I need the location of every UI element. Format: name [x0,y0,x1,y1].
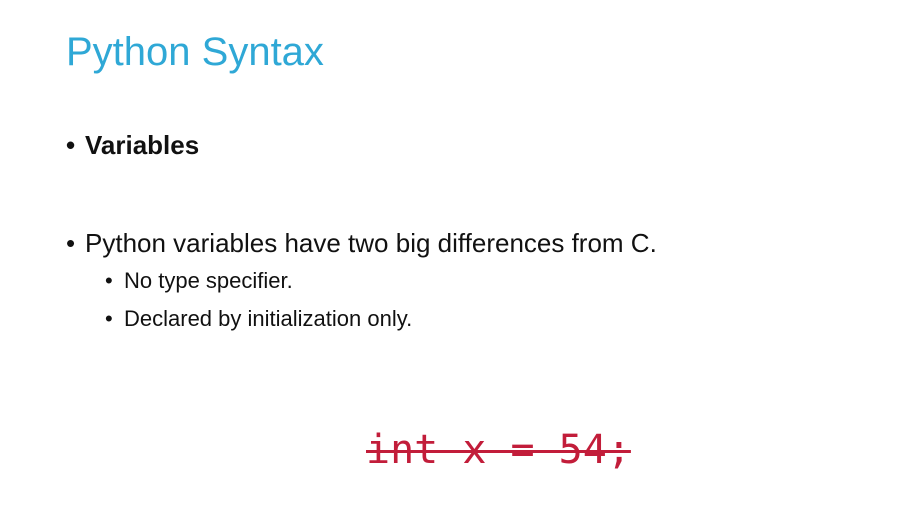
sub-bullet-text: No type specifier. [124,268,293,293]
bullet-marker: • [66,228,76,258]
struck-code-example: int x = 54; [366,427,631,473]
bullet-marker: • [66,130,76,160]
sub-bullet-no-type-specifier: • No type specifier. [105,266,293,296]
sub-bullet-marker: • [105,306,113,331]
sub-bullet-marker: • [105,268,113,293]
slide: Python Syntax • Variables • Python varia… [0,0,913,521]
sub-bullet-declared-by-initialization: • Declared by initialization only. [105,304,412,334]
slide-title: Python Syntax [66,30,324,74]
bullet-differences: • Python variables have two big differen… [66,226,657,260]
bullet-variables: • Variables [66,128,199,162]
bullet-text: Python variables have two big difference… [85,228,657,258]
sub-bullet-text: Declared by initialization only. [124,306,413,331]
bullet-text: Variables [85,130,200,160]
